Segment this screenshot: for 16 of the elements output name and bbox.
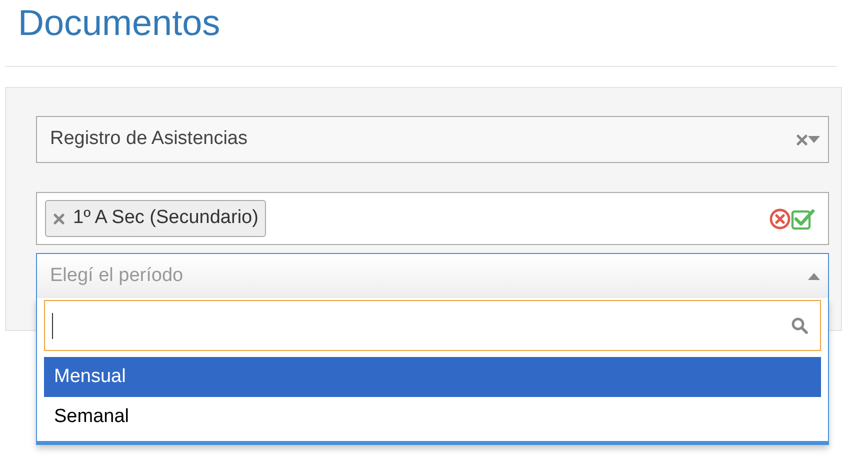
select-value: Registro de Asistencias: [50, 127, 248, 152]
group-select[interactable]: 1º A Sec (Secundario): [36, 192, 829, 245]
confirm-icon[interactable]: [791, 208, 815, 230]
caret-icon[interactable]: [808, 136, 820, 143]
dropdown-option[interactable]: Mensual: [44, 357, 821, 397]
remove-icon[interactable]: [53, 212, 65, 224]
selected-tag[interactable]: 1º A Sec (Secundario): [45, 200, 266, 237]
search-icon[interactable]: [791, 317, 808, 334]
caret-icon[interactable]: [808, 272, 820, 280]
clear-all-icon[interactable]: [769, 208, 791, 230]
text-cursor: [52, 312, 53, 338]
clear-icon[interactable]: [796, 134, 808, 146]
page-title: Documentos: [17, 1, 222, 45]
search-field[interactable]: [44, 300, 821, 351]
select-placeholder: Elegí el período: [50, 264, 184, 288]
document-select[interactable]: Registro de Asistencias: [36, 116, 829, 163]
